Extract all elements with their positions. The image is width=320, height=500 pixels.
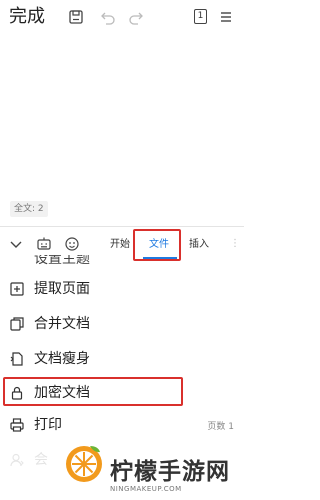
save-icon[interactable]: [68, 9, 84, 25]
redo-icon[interactable]: [128, 9, 144, 25]
keyboard-icon[interactable]: [36, 236, 52, 252]
menu-item-extract-page[interactable]: 提取页面: [0, 273, 244, 305]
top-bar: 完成 1: [0, 0, 244, 34]
menu-item-merge-doc[interactable]: 合并文档: [0, 308, 244, 340]
app-root: 完成 1 全文: 2 开始 文件 插入 ⋮ 设置主题 提取页面 合并文档 文档瘦…: [0, 0, 244, 500]
menu-item-slim-doc[interactable]: 文档瘦身: [0, 343, 244, 375]
merge-doc-icon: [10, 317, 24, 331]
print-icon: [10, 418, 24, 432]
tab-insert[interactable]: 插入: [189, 238, 209, 251]
menu-item-print[interactable]: 打印 页数 1: [0, 409, 244, 441]
lemon-logo-icon: [66, 446, 102, 482]
tab-overflow-indicator[interactable]: ⋮: [230, 238, 240, 249]
encrypt-item-highlight-box: [3, 377, 183, 406]
tab-start[interactable]: 开始: [110, 238, 130, 251]
menu-item-label: 合并文档: [34, 316, 90, 332]
page-count-label: 页数 1: [207, 422, 234, 432]
menu-item-label: 提取页面: [34, 281, 90, 297]
more-menu-icon[interactable]: [218, 9, 234, 25]
watermark-site-url: NINGMAKEUP.COM: [110, 485, 182, 493]
watermark-site-name: 柠檬手游网: [110, 459, 230, 485]
chevron-down-icon[interactable]: [8, 236, 24, 252]
menu-item-partial-label: 设置主题: [34, 255, 90, 267]
menu-item-label: 打印: [34, 417, 62, 433]
done-button[interactable]: 完成: [9, 6, 45, 28]
document-canvas[interactable]: [0, 34, 244, 224]
undo-icon[interactable]: [100, 9, 116, 25]
extract-page-icon: [10, 282, 24, 296]
page-count-indicator[interactable]: 1: [194, 9, 207, 24]
slim-doc-icon: [10, 352, 23, 366]
menu-item-label: 文档瘦身: [34, 351, 90, 367]
menu-item-partial[interactable]: 设置主题: [0, 255, 244, 269]
word-count-badge: 全文: 2: [10, 201, 48, 217]
emoji-icon[interactable]: [64, 236, 80, 252]
